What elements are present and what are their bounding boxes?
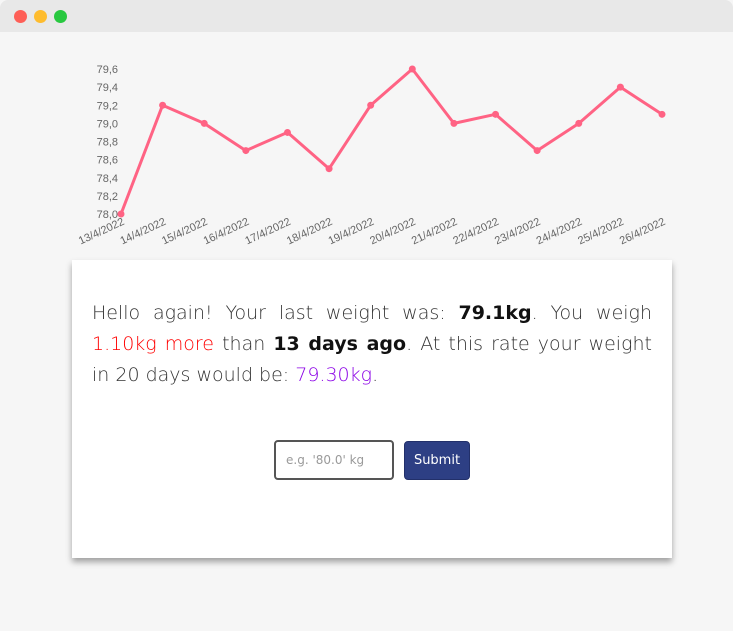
app-window: 79,6 79,4 79,2 79,0 78,8 78,6 78,4 78,2 78,0 13/4… xyxy=(0,0,733,631)
y-tick-label: 79,6 xyxy=(97,64,118,76)
data-point[interactable] xyxy=(533,147,541,155)
y-tick-label: 78,4 xyxy=(97,173,118,185)
title-bar xyxy=(0,0,733,32)
x-tick-label: 22/4/2022 xyxy=(451,216,500,248)
weight-difference: 1.10kg more xyxy=(92,333,214,355)
data-point[interactable] xyxy=(492,110,500,118)
x-tick-label: 14/4/2022 xyxy=(118,216,167,248)
x-tick-label: 18/4/2022 xyxy=(285,216,334,248)
summary-end: . xyxy=(372,364,379,386)
data-point[interactable] xyxy=(616,83,624,91)
y-tick-label: 79,0 xyxy=(97,118,118,130)
projected-weight: 79.30kg xyxy=(295,364,373,386)
y-tick-label: 78,2 xyxy=(97,191,118,203)
days-ago-value: 13 days ago xyxy=(273,333,407,355)
data-point[interactable] xyxy=(325,165,333,173)
x-tick-label: 23/4/2022 xyxy=(493,216,542,248)
data-point[interactable] xyxy=(367,101,375,109)
series-line xyxy=(119,67,663,215)
x-tick-label: 25/4/2022 xyxy=(576,216,625,248)
y-tick-label: 78,8 xyxy=(97,137,118,149)
close-window-button[interactable] xyxy=(14,10,27,23)
x-tick-label: 20/4/2022 xyxy=(368,216,417,248)
x-tick-label: 26/4/2022 xyxy=(618,216,667,248)
submit-button[interactable]: Submit xyxy=(404,441,470,480)
weight-input[interactable] xyxy=(274,440,394,480)
data-point[interactable] xyxy=(575,119,583,127)
y-tick-label: 79,4 xyxy=(97,82,118,94)
summary-mid-1: . You weigh xyxy=(531,302,652,324)
minimize-window-button[interactable] xyxy=(34,10,47,23)
last-weight-value: 79.1kg xyxy=(458,302,532,324)
x-tick-label: 17/4/2022 xyxy=(243,216,292,248)
maximize-window-button[interactable] xyxy=(54,10,67,23)
data-point[interactable] xyxy=(450,119,458,127)
weight-line-chart: 79,679,479,279,078,878,678,478,278,013/4… xyxy=(77,64,667,248)
weight-card: Hello again! Your last weight was: 79.1k… xyxy=(72,260,672,558)
summary-intro: Hello again! Your last weight was: xyxy=(92,302,459,324)
data-point[interactable] xyxy=(283,128,291,136)
x-tick-label: 16/4/2022 xyxy=(202,216,251,248)
data-point[interactable] xyxy=(200,119,208,127)
data-point[interactable] xyxy=(658,110,666,118)
summary-mid-2: than xyxy=(214,333,274,355)
x-tick-label: 24/4/2022 xyxy=(535,216,584,248)
x-tick-label: 19/4/2022 xyxy=(327,216,376,248)
data-point[interactable] xyxy=(242,147,250,155)
data-point[interactable] xyxy=(408,65,416,73)
y-tick-label: 78,6 xyxy=(97,155,118,167)
data-point[interactable] xyxy=(159,101,167,109)
x-tick-label: 15/4/2022 xyxy=(160,216,209,248)
y-tick-label: 79,2 xyxy=(97,100,118,112)
x-tick-label: 21/4/2022 xyxy=(410,216,459,248)
weight-summary: Hello again! Your last weight was: 79.1k… xyxy=(92,298,652,391)
